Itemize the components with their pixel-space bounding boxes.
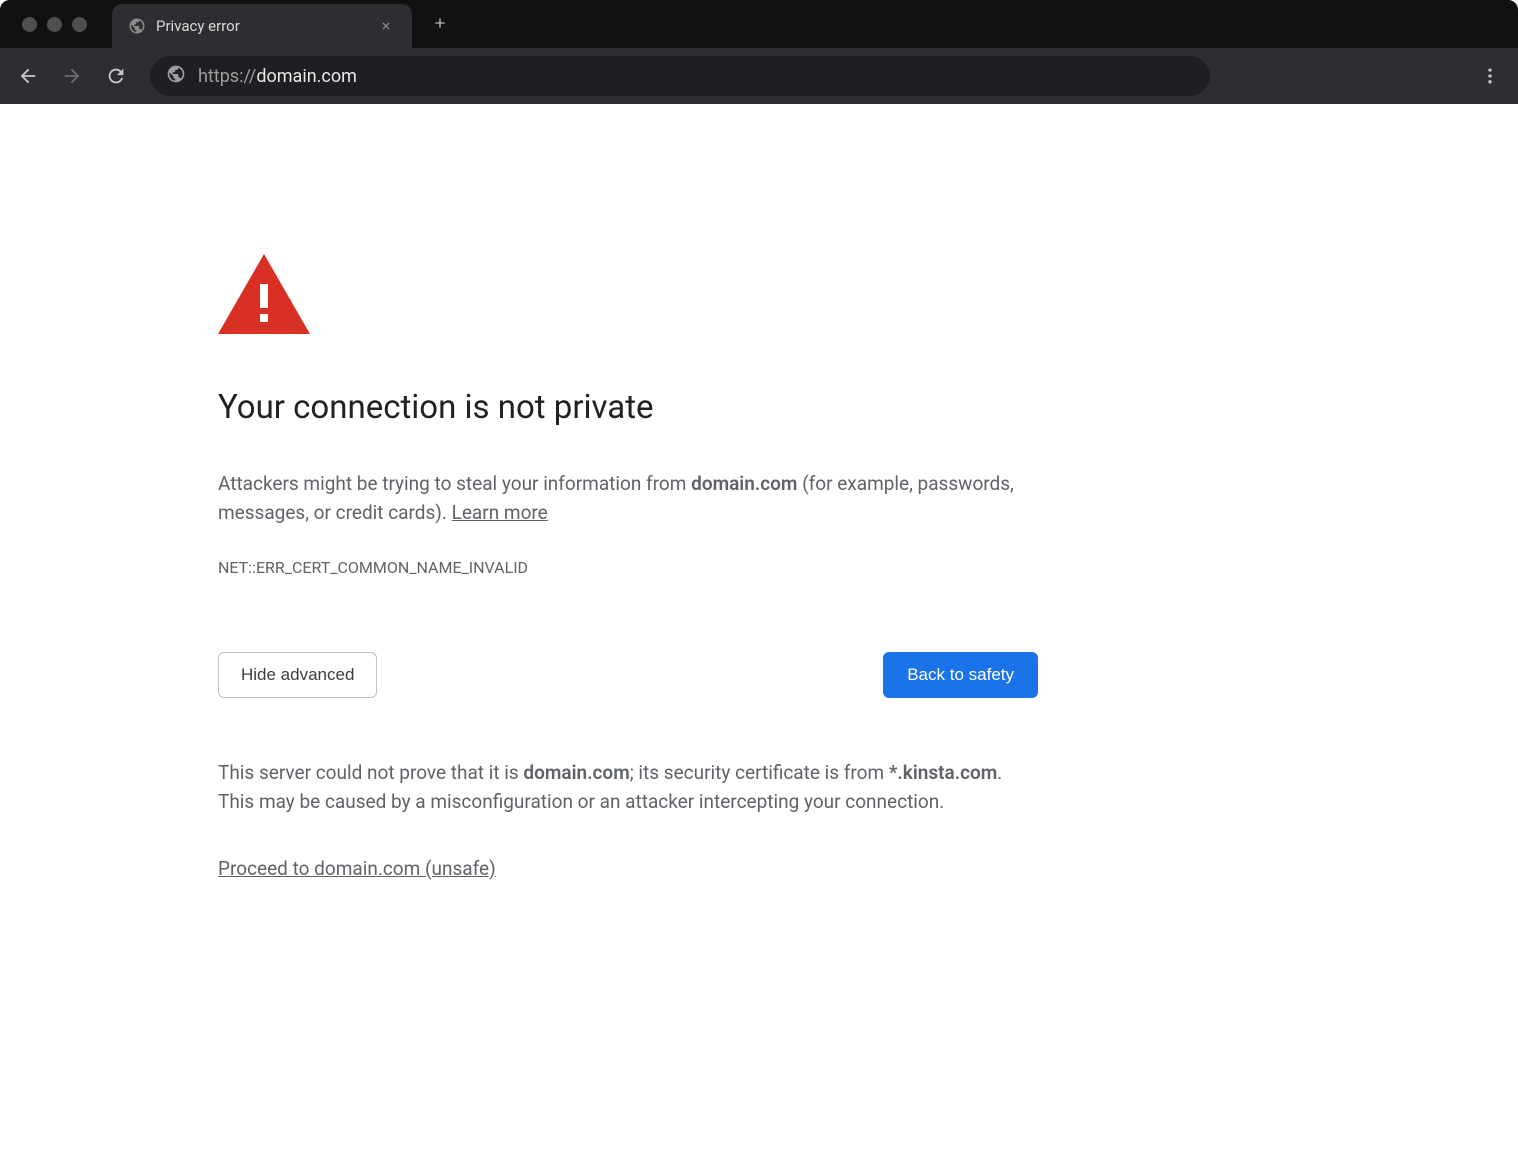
address-bar[interactable]: https://domain.com [150, 56, 1210, 96]
back-to-safety-button[interactable]: Back to safety [883, 652, 1038, 698]
url-scheme: https:// [198, 66, 256, 87]
proceed-unsafe-link[interactable]: Proceed to domain.com (unsafe) [218, 857, 496, 880]
close-tab-button[interactable] [376, 15, 396, 38]
site-info-icon[interactable] [166, 64, 186, 88]
page-content: Your connection is not private Attackers… [0, 104, 1518, 880]
window-close-button[interactable] [22, 17, 37, 32]
ssl-error-container: Your connection is not private Attackers… [218, 254, 1038, 880]
back-button[interactable] [10, 58, 46, 94]
learn-more-link[interactable]: Learn more [452, 501, 548, 524]
browser-menu-button[interactable] [1472, 58, 1508, 94]
button-row: Hide advanced Back to safety [218, 652, 1038, 698]
error-code: NET::ERR_CERT_COMMON_NAME_INVALID [218, 558, 1038, 577]
warning-triangle-icon [218, 254, 1038, 338]
tab-title: Privacy error [156, 17, 366, 35]
advanced-explanation: This server could not prove that it is d… [218, 758, 1038, 817]
window-controls [0, 17, 112, 32]
hide-advanced-button[interactable]: Hide advanced [218, 652, 377, 698]
url-text: https://domain.com [198, 66, 357, 87]
browser-tab[interactable]: Privacy error [112, 4, 412, 48]
globe-icon [128, 17, 146, 35]
titlebar: Privacy error [0, 0, 1518, 48]
error-title: Your connection is not private [218, 388, 1038, 427]
forward-button[interactable] [54, 58, 90, 94]
new-tab-button[interactable] [432, 12, 448, 37]
reload-button[interactable] [98, 58, 134, 94]
browser-toolbar: https://domain.com [0, 48, 1518, 104]
error-description: Attackers might be trying to steal your … [218, 469, 1038, 528]
window-maximize-button[interactable] [72, 17, 87, 32]
window-minimize-button[interactable] [47, 17, 62, 32]
url-domain: domain.com [256, 66, 357, 87]
error-domain: domain.com [691, 472, 797, 495]
browser-chrome: Privacy error [0, 0, 1518, 104]
